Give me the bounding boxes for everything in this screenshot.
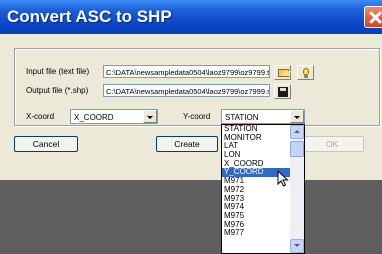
- chevron-down-icon[interactable]: [143, 110, 157, 123]
- create-button[interactable]: Create: [156, 136, 218, 152]
- ycoord-value: STATION: [225, 113, 259, 122]
- lightbulb-icon: [303, 68, 309, 78]
- window-title: Convert ASC to SHP: [7, 7, 172, 26]
- ycoord-dropdown-list[interactable]: STATION MONITOR LAT LON X_COORD Y_COORD M971 M9…: [221, 124, 305, 254]
- input-file-label: Input file (text file): [26, 67, 90, 76]
- browse-input-button[interactable]: [274, 65, 291, 80]
- floppy-disk-icon: [278, 87, 288, 97]
- output-file-field[interactable]: C:\DATA\newsampledata0504\laoz9799\oz799…: [103, 84, 270, 97]
- input-file-field[interactable]: C:\DATA\newsampledata0504\laoz9799\oz979…: [103, 65, 270, 78]
- title-bar[interactable]: Convert ASC to SHP: [0, 0, 382, 34]
- scroll-down-icon[interactable]: [290, 239, 304, 253]
- cancel-button[interactable]: Cancel: [14, 136, 78, 152]
- scroll-thumb[interactable]: [290, 141, 304, 157]
- save-output-button[interactable]: [274, 84, 291, 99]
- chevron-down-icon[interactable]: [290, 110, 304, 123]
- output-file-label: Output file (*.shp): [26, 86, 89, 95]
- info-button[interactable]: [297, 65, 314, 80]
- dropdown-scrollbar[interactable]: [290, 125, 304, 253]
- convert-dialog: Convert ASC to SHP Input file (text file…: [0, 0, 382, 180]
- scroll-up-icon[interactable]: [290, 125, 304, 139]
- ycoord-label: Y-coord: [183, 112, 211, 121]
- xcoord-select[interactable]: X_COORD: [70, 109, 158, 124]
- ycoord-select[interactable]: STATION: [221, 109, 305, 124]
- folder-open-icon: [278, 69, 289, 77]
- close-icon[interactable]: [364, 6, 382, 28]
- xcoord-label: X-coord: [26, 112, 55, 121]
- xcoord-value: X_COORD: [74, 113, 114, 122]
- ok-button[interactable]: OK: [300, 136, 364, 152]
